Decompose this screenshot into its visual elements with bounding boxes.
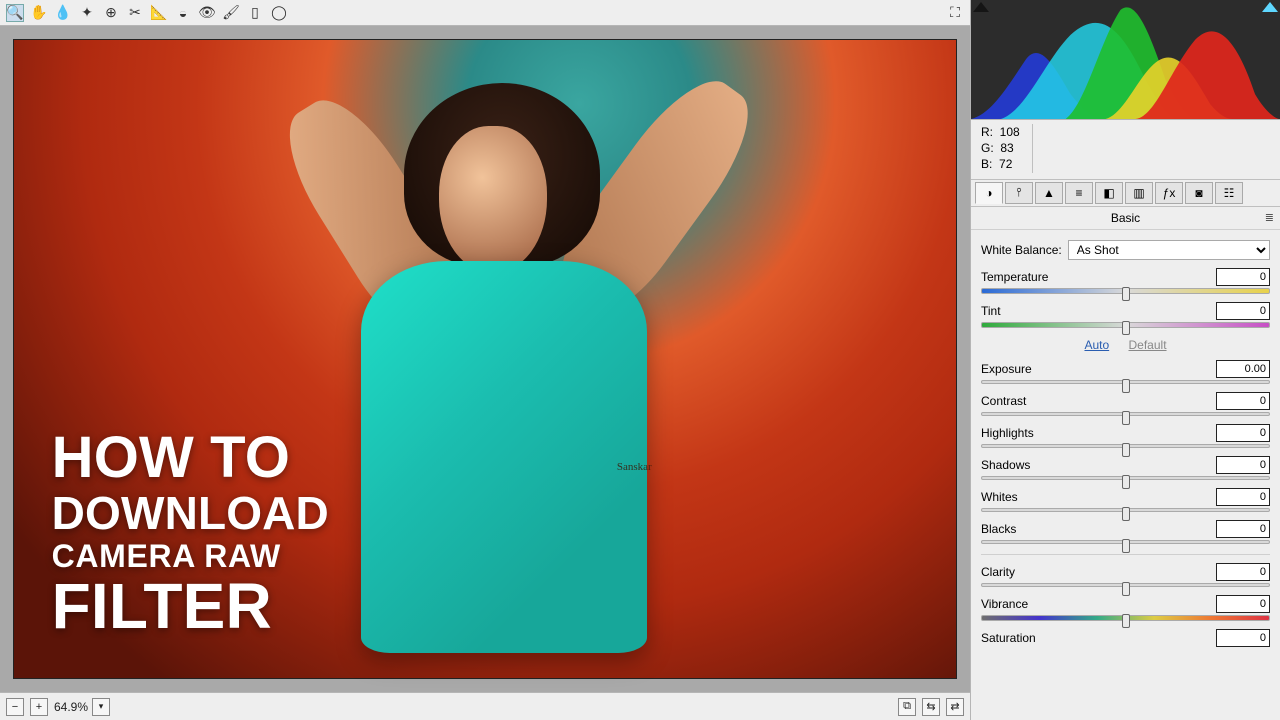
exposure-slider[interactable] — [981, 380, 1270, 384]
adjustment-brush-icon[interactable]: 🖌 — [222, 4, 240, 22]
tab-basic-icon[interactable]: ◑ — [975, 182, 1003, 204]
rgb-g-value: 83 — [1000, 141, 1013, 155]
fullscreen-toggle-icon[interactable]: ⛶ — [946, 4, 964, 22]
rgb-g-label: G: — [981, 141, 994, 155]
vibrance-label: Vibrance — [981, 597, 1216, 611]
targeted-adjust-tool-icon[interactable]: ⊕ — [102, 4, 120, 22]
overlay-line-4: FILTER — [52, 574, 329, 639]
redeye-tool-icon[interactable]: 👁 — [198, 4, 216, 22]
tab-tone-curve-icon[interactable]: ⫯ — [1005, 182, 1033, 204]
zoom-in-button[interactable]: + — [30, 698, 48, 716]
overlay-line-2: DOWNLOAD — [52, 489, 329, 537]
contrast-input[interactable] — [1216, 392, 1270, 410]
rgb-r-label: R: — [981, 125, 993, 139]
swap-views-icon[interactable]: ⇆ — [922, 698, 940, 716]
overlay-line-3: CAMERA RAW — [52, 538, 329, 575]
temperature-slider[interactable] — [981, 288, 1270, 294]
saturation-label: Saturation — [981, 631, 1216, 645]
panel-title: Basic — [1111, 211, 1140, 225]
temperature-label: Temperature — [981, 270, 1216, 284]
panel-tabs: ◑ ⫯ ▲ ≡ ◧ ▥ ƒx ◙ ☷ — [971, 180, 1280, 207]
shadows-input[interactable] — [1216, 456, 1270, 474]
vibrance-input[interactable] — [1216, 595, 1270, 613]
vibrance-slider[interactable] — [981, 615, 1270, 621]
rgb-b-label: B: — [981, 157, 992, 171]
tab-effects-icon[interactable]: ƒx — [1155, 182, 1183, 204]
blacks-label: Blacks — [981, 522, 1216, 536]
preview-pane: 🔍 ✋ 💧 ✦ ⊕ ✂ 📐 ◒ 👁 🖌 ▯ ◯ ⛶ Sanskar HOW TO… — [0, 0, 970, 720]
zoom-dropdown-icon[interactable]: ▾ — [92, 698, 110, 716]
highlight-clipping-icon[interactable] — [1262, 2, 1278, 12]
auto-link[interactable]: Auto — [1084, 338, 1109, 352]
exposure-label: Exposure — [981, 362, 1216, 376]
tint-slider[interactable] — [981, 322, 1270, 328]
shadows-label: Shadows — [981, 458, 1216, 472]
tint-label: Tint — [981, 304, 1216, 318]
tab-split-tone-icon[interactable]: ◧ — [1095, 182, 1123, 204]
white-balance-select[interactable]: As Shot — [1068, 240, 1270, 260]
rgb-b-value: 72 — [999, 157, 1012, 171]
adjustments-panel: R: 108 G: 83 B: 72 ◑ ⫯ ▲ ≡ ◧ ▥ ƒx ◙ ☷ Ba… — [970, 0, 1280, 720]
whites-label: Whites — [981, 490, 1216, 504]
copy-settings-icon[interactable]: ⇄ — [946, 698, 964, 716]
shadows-slider[interactable] — [981, 476, 1270, 480]
highlights-slider[interactable] — [981, 444, 1270, 448]
spot-removal-tool-icon[interactable]: ◒ — [174, 4, 192, 22]
whites-slider[interactable] — [981, 508, 1270, 512]
tab-lens-icon[interactable]: ▥ — [1125, 182, 1153, 204]
zoom-tool-icon[interactable]: 🔍 — [6, 4, 24, 22]
straighten-tool-icon[interactable]: 📐 — [150, 4, 168, 22]
shadow-clipping-icon[interactable] — [973, 2, 989, 12]
top-toolbar: 🔍 ✋ 💧 ✦ ⊕ ✂ 📐 ◒ 👁 🖌 ▯ ◯ ⛶ — [0, 0, 970, 26]
rgb-readout: R: 108 G: 83 B: 72 — [971, 120, 1280, 180]
overlay-line-1: HOW TO — [52, 428, 329, 489]
white-balance-tool-icon[interactable]: 💧 — [54, 4, 72, 22]
tab-detail-icon[interactable]: ▲ — [1035, 182, 1063, 204]
status-bar: − + 64.9% ▾ ⧉ ⇆ ⇄ — [0, 692, 970, 720]
tint-input[interactable] — [1216, 302, 1270, 320]
radial-filter-icon[interactable]: ◯ — [270, 4, 288, 22]
panel-title-bar: Basic ≣ — [971, 207, 1280, 230]
image-watermark: Sanskar — [617, 461, 652, 473]
blacks-input[interactable] — [1216, 520, 1270, 538]
graduated-filter-icon[interactable]: ▯ — [246, 4, 264, 22]
clarity-label: Clarity — [981, 565, 1216, 579]
rgb-r-value: 108 — [1000, 125, 1020, 139]
zoom-out-button[interactable]: − — [6, 698, 24, 716]
saturation-input[interactable] — [1216, 629, 1270, 647]
tab-camera-icon[interactable]: ◙ — [1185, 182, 1213, 204]
crop-tool-icon[interactable]: ✂ — [126, 4, 144, 22]
exposure-input[interactable] — [1216, 360, 1270, 378]
whites-input[interactable] — [1216, 488, 1270, 506]
clarity-slider[interactable] — [981, 583, 1270, 587]
contrast-label: Contrast — [981, 394, 1216, 408]
panel-menu-icon[interactable]: ≣ — [1265, 211, 1274, 224]
before-after-toggle-icon[interactable]: ⧉ — [898, 698, 916, 716]
white-balance-label: White Balance: — [981, 243, 1062, 257]
temperature-input[interactable] — [1216, 268, 1270, 286]
highlights-input[interactable] — [1216, 424, 1270, 442]
zoom-level-value: 64.9% — [54, 700, 88, 714]
blacks-slider[interactable] — [981, 540, 1270, 544]
tab-hsl-icon[interactable]: ≡ — [1065, 182, 1093, 204]
hand-tool-icon[interactable]: ✋ — [30, 4, 48, 22]
highlights-label: Highlights — [981, 426, 1216, 440]
color-sampler-tool-icon[interactable]: ✦ — [78, 4, 96, 22]
histogram[interactable] — [971, 0, 1280, 120]
contrast-slider[interactable] — [981, 412, 1270, 416]
default-link[interactable]: Default — [1129, 338, 1167, 352]
clarity-input[interactable] — [1216, 563, 1270, 581]
basic-panel: White Balance: As Shot Temperature Tint … — [971, 230, 1280, 720]
image-subject — [325, 53, 683, 665]
tab-presets-icon[interactable]: ☷ — [1215, 182, 1243, 204]
image-canvas[interactable]: Sanskar HOW TO DOWNLOAD CAMERA RAW FILTE… — [13, 39, 957, 679]
image-canvas-area: Sanskar HOW TO DOWNLOAD CAMERA RAW FILTE… — [0, 26, 970, 692]
promo-overlay-text: HOW TO DOWNLOAD CAMERA RAW FILTER — [52, 428, 329, 639]
